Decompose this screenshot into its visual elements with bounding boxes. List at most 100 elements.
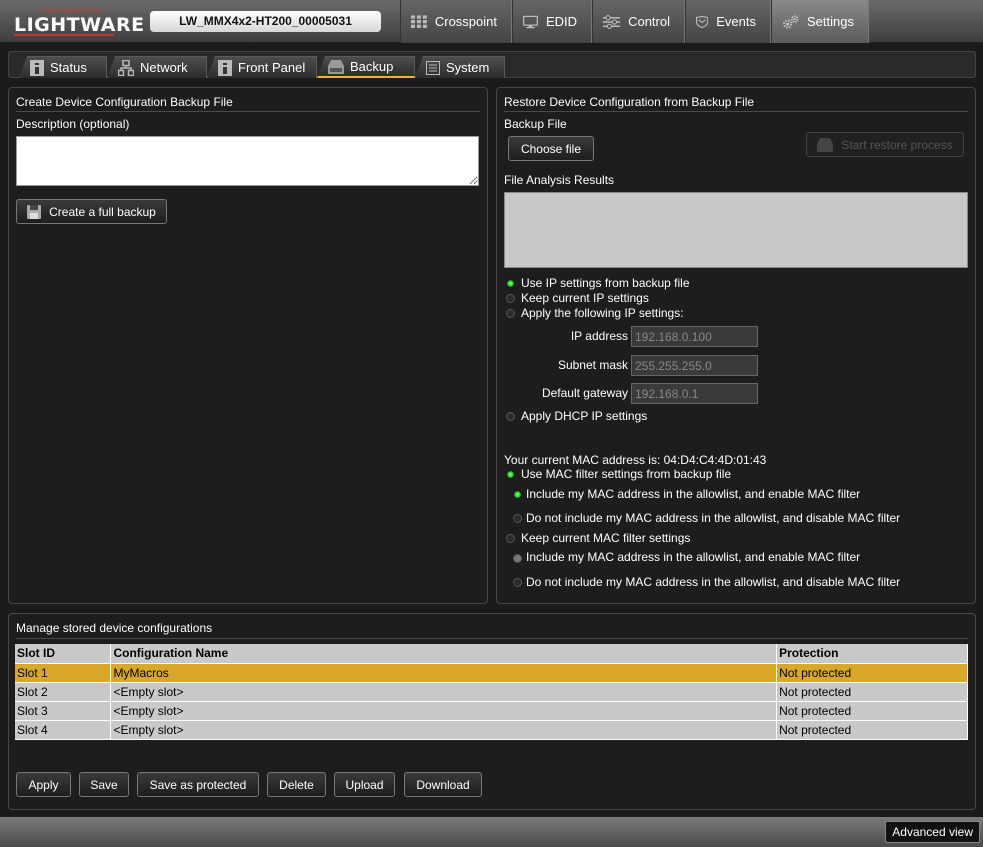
- tab-network-label: Network: [140, 60, 188, 75]
- nav-events[interactable]: Events: [685, 0, 771, 43]
- ip-option-label-keep: Keep current IP settings: [521, 291, 649, 305]
- top-bar: visual engineering LIGHTWARE LW_MMX4x2-H…: [0, 0, 983, 43]
- tab-system-label: System: [446, 60, 490, 75]
- table-row[interactable]: Slot 1 MyMacros Not protected: [15, 663, 968, 683]
- restore-panel-divider: [504, 111, 968, 112]
- cell-protection: Not protected: [776, 663, 968, 683]
- cell-slot-id: Slot 2: [15, 682, 112, 702]
- col-config-name: Configuration Name: [110, 644, 778, 664]
- analysis-results-box: [504, 192, 968, 268]
- default-gateway-input[interactable]: [631, 383, 758, 404]
- backup-icon: [328, 59, 344, 74]
- restore-icon: [817, 137, 834, 152]
- tab-front-panel[interactable]: Front Panel: [207, 56, 317, 78]
- nav-edid[interactable]: EDID: [512, 0, 592, 43]
- cell-slot-id: Slot 4: [15, 720, 112, 740]
- mac-radio-exclude-2[interactable]: [513, 578, 522, 587]
- description-label: Description (optional): [16, 117, 130, 131]
- nav-control[interactable]: Control: [592, 0, 685, 43]
- main-nav: Crosspoint EDID Control Events Settings: [400, 0, 869, 43]
- network-icon: [118, 59, 134, 76]
- ip-option-radio-dhcp[interactable]: [506, 412, 515, 421]
- cell-config-name: <Empty slot>: [110, 701, 778, 721]
- start-restore-button[interactable]: Start restore process: [806, 132, 964, 157]
- manage-panel-title: Manage stored device configurations: [16, 621, 213, 635]
- save-as-protected-button[interactable]: Save as protected: [137, 772, 259, 797]
- logo-word: LIGHTWARE: [14, 14, 145, 36]
- ip-option-label-backup: Use IP settings from backup file: [521, 276, 690, 290]
- table-row[interactable]: Slot 3 <Empty slot> Not protected: [15, 701, 968, 721]
- mac-radio-include-2[interactable]: [513, 554, 522, 563]
- list-icon: [426, 60, 440, 75]
- mac-label-exclude-2: Do not include my MAC address in the all…: [526, 575, 901, 589]
- delete-button[interactable]: Delete: [267, 772, 326, 797]
- mac-address-text: Your current MAC address is: 04:D4:C4:4D…: [504, 453, 767, 467]
- create-full-backup-button[interactable]: Create a full backup: [16, 199, 167, 224]
- restore-panel-title: Restore Device Configuration from Backup…: [504, 95, 755, 109]
- mac-radio-exclude-1[interactable]: [513, 514, 522, 523]
- tab-front-panel-label: Front Panel: [238, 60, 306, 75]
- cell-config-name: <Empty slot>: [110, 682, 778, 702]
- ip-address-label: IP address: [570, 329, 628, 343]
- choose-file-button[interactable]: Choose file: [508, 136, 594, 161]
- nav-crosspoint[interactable]: Crosspoint: [400, 0, 512, 43]
- advanced-view-button[interactable]: Advanced view: [885, 821, 980, 843]
- cell-protection: Not protected: [776, 701, 968, 721]
- sliders-icon: [603, 14, 621, 29]
- nav-crosspoint-label: Crosspoint: [434, 14, 497, 29]
- nav-settings-label: Settings: [807, 14, 854, 29]
- description-textarea[interactable]: [16, 136, 479, 186]
- table-row[interactable]: Slot 4 <Empty slot> Not protected: [15, 720, 968, 740]
- tab-backup-label: Backup: [350, 59, 394, 74]
- backup-file-label: Backup File: [504, 117, 567, 131]
- floppy-disk-icon: [27, 204, 42, 219]
- cell-config-name: <Empty slot>: [110, 720, 778, 740]
- sub-tab-bar: Status Network Front Panel Backup System: [8, 51, 976, 78]
- mac-label-include-1: Include my MAC address in the allowlist,…: [526, 487, 861, 501]
- cell-protection: Not protected: [776, 720, 968, 740]
- apply-button[interactable]: Apply: [16, 772, 71, 797]
- col-slot-id: Slot ID: [15, 644, 112, 664]
- save-button[interactable]: Save: [79, 772, 129, 797]
- nav-control-label: Control: [628, 14, 670, 29]
- table-row[interactable]: Slot 2 <Empty slot> Not protected: [15, 682, 968, 702]
- tab-backup[interactable]: Backup: [317, 56, 415, 78]
- tab-system[interactable]: System: [415, 56, 505, 78]
- analysis-label: File Analysis Results: [504, 173, 615, 187]
- download-button[interactable]: Download: [404, 772, 482, 797]
- ip-option-label-apply: Apply the following IP settings:: [521, 306, 684, 320]
- tab-network[interactable]: Network: [107, 56, 207, 78]
- mac-radio-use-backup[interactable]: [506, 470, 515, 479]
- ip-option-label-dhcp: Apply DHCP IP settings: [521, 409, 648, 423]
- ip-option-radio-backup[interactable]: [506, 279, 515, 288]
- cell-config-name: MyMacros: [110, 663, 778, 683]
- gears-icon: [783, 14, 799, 29]
- mac-radio-keep-current[interactable]: [506, 534, 515, 543]
- tab-status-label: Status: [50, 60, 87, 75]
- events-shield-icon: [696, 15, 709, 28]
- crosspoint-grid-icon: [411, 14, 427, 28]
- ip-option-radio-keep[interactable]: [506, 294, 515, 303]
- create-panel-divider: [16, 111, 480, 112]
- configs-table: Slot ID Configuration Name Protection Sl…: [15, 644, 968, 740]
- mac-label-include-2: Include my MAC address in the allowlist,…: [526, 550, 861, 564]
- tab-status[interactable]: Status: [19, 56, 107, 78]
- create-full-backup-label: Create a full backup: [49, 204, 156, 219]
- mac-label-keep-current: Keep current MAC filter settings: [521, 531, 691, 545]
- info-icon: [218, 59, 232, 76]
- cell-protection: Not protected: [776, 682, 968, 702]
- logo-underline: [14, 34, 114, 36]
- nav-settings[interactable]: Settings: [771, 0, 869, 43]
- bottom-bar: Advanced view: [0, 817, 983, 847]
- mac-radio-include-1[interactable]: [513, 490, 522, 499]
- nav-events-label: Events: [716, 14, 756, 29]
- nav-edid-label: EDID: [545, 14, 577, 29]
- cell-slot-id: Slot 3: [15, 701, 112, 721]
- ip-option-radio-apply[interactable]: [506, 309, 515, 318]
- mac-label-exclude-1: Do not include my MAC address in the all…: [526, 511, 901, 525]
- subnet-mask-input[interactable]: [631, 355, 758, 376]
- default-gateway-label: Default gateway: [541, 386, 628, 400]
- cell-slot-id: Slot 1: [15, 663, 112, 683]
- ip-address-input[interactable]: [631, 326, 758, 347]
- upload-button[interactable]: Upload: [334, 772, 395, 797]
